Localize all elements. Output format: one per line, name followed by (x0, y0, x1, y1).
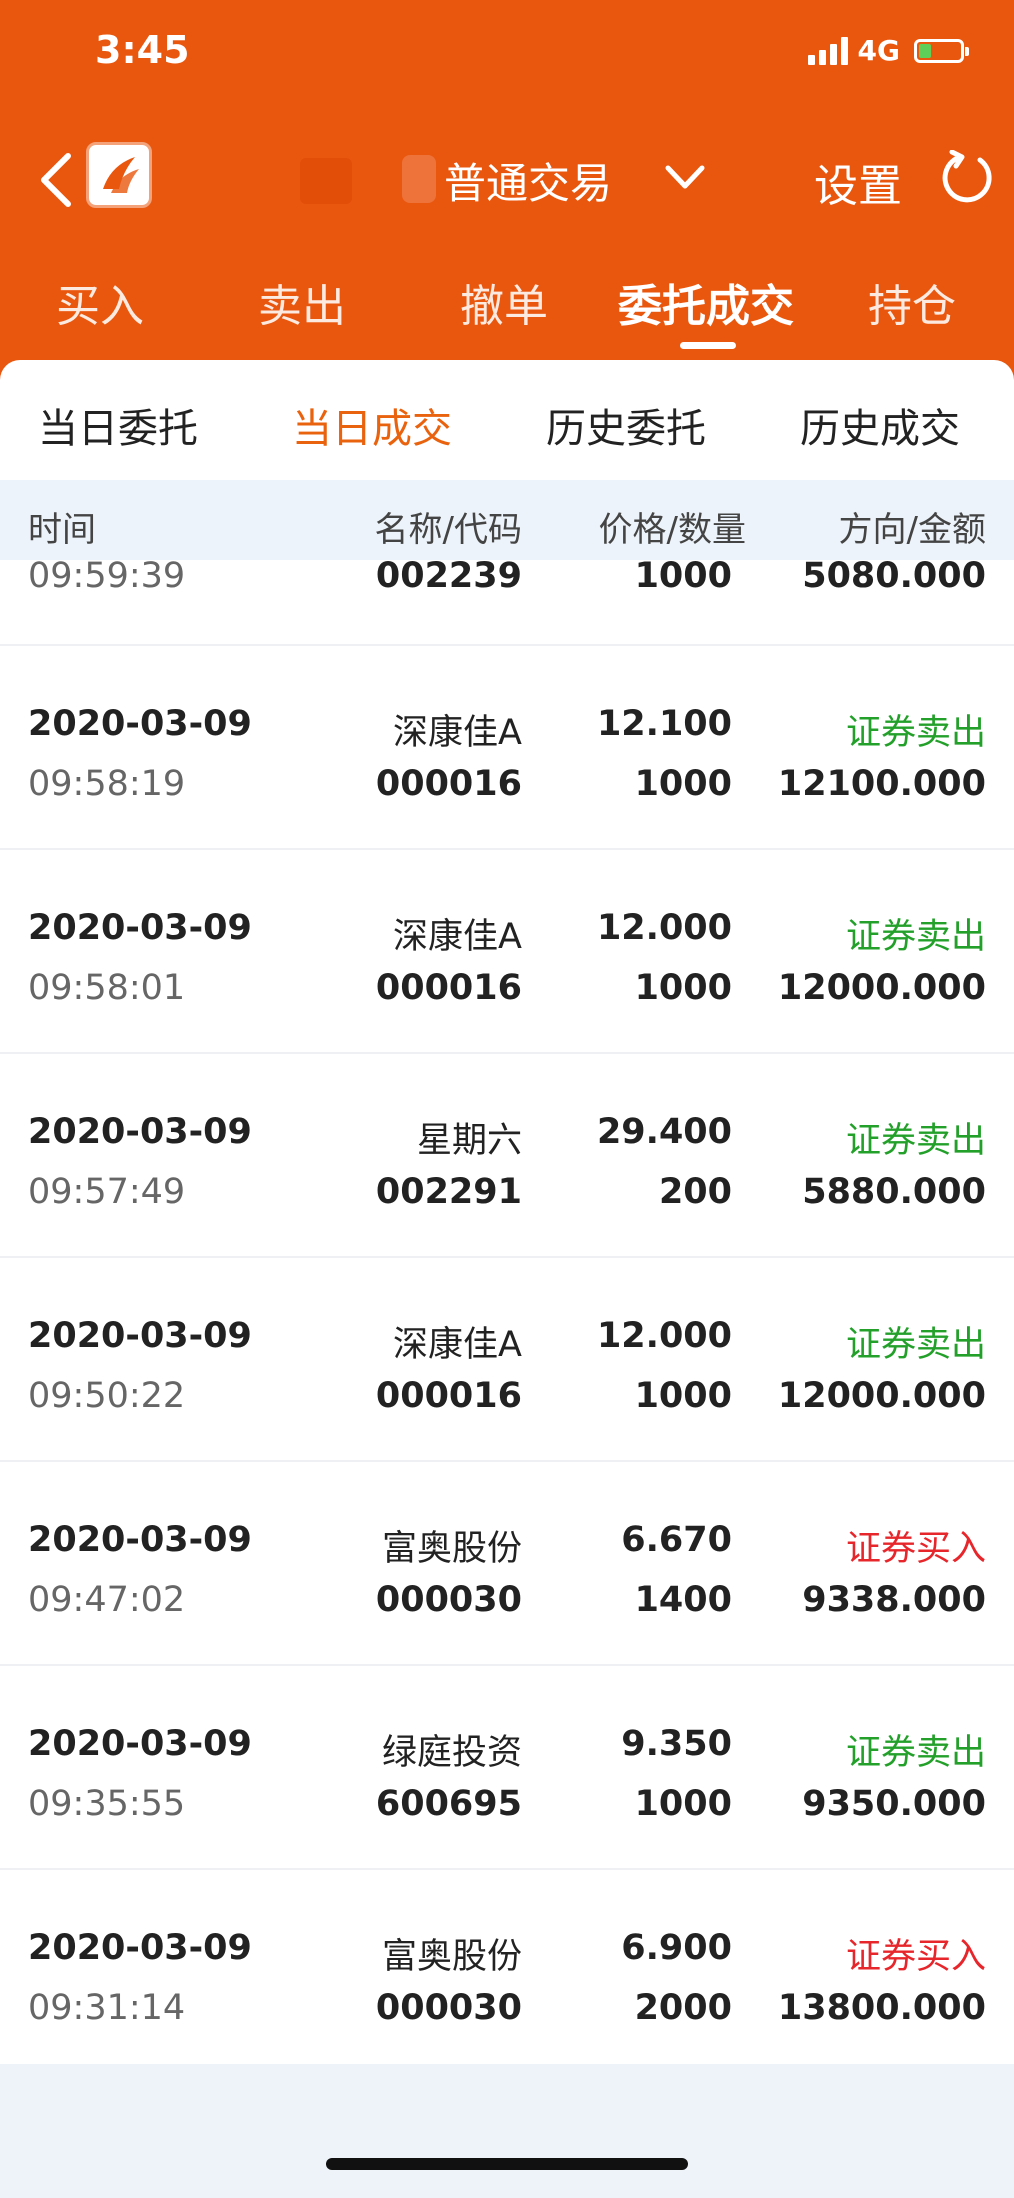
main-tabs: 买入 卖出 撤单 委托成交 持仓 (0, 270, 1014, 360)
chevron-down-icon[interactable] (662, 160, 708, 196)
content-panel: 当日委托 当日成交 历史委托 历史成交 时间 名称/代码 价格/数量 方向/金额… (0, 360, 1014, 2064)
settings-button[interactable]: 设置 (814, 150, 902, 214)
col-time: 时间 (28, 510, 96, 550)
table-row[interactable]: 2020-03-09 09:58:19 深康佳A 000016 12.100 1… (0, 646, 1014, 850)
sub-tabs: 当日委托 当日成交 历史委托 历史成交 (0, 360, 1014, 480)
battery-icon (914, 38, 969, 63)
tab-buy[interactable]: 买入 (56, 270, 144, 334)
table-row[interactable]: 2020-03-09 09:58:01 深康佳A 000016 12.000 1… (0, 850, 1014, 1054)
table-row[interactable]: 09:59:39 002239 1000 5080.000 (0, 556, 1014, 646)
refresh-icon[interactable] (938, 150, 994, 206)
status-bar: 3:45 4G (0, 0, 1014, 110)
back-arrow-icon[interactable] (30, 150, 80, 210)
direction-label: 证券卖出 (845, 1325, 986, 1365)
signal-icon (807, 36, 848, 65)
status-indicators: 4G (807, 34, 969, 67)
logo-icon (103, 157, 139, 193)
direction-label: 证券买入 (845, 1937, 986, 1977)
direction-label: 证券卖出 (845, 1121, 986, 1161)
page-title[interactable]: 普通交易 (444, 150, 612, 211)
direction-label: 证券买入 (845, 1529, 986, 1569)
col-dir-amount: 方向/金额 (838, 510, 986, 550)
table-row[interactable]: 2020-03-09 09:35:55 绿庭投资 600695 9.350 10… (0, 1666, 1014, 1870)
subtab-today-orders[interactable]: 当日委托 (38, 396, 198, 454)
direction-label: 证券卖出 (845, 713, 986, 753)
tab-positions[interactable]: 持仓 (868, 270, 956, 334)
table-row[interactable]: 2020-03-09 09:31:14 富奥股份 000030 6.900 20… (0, 1870, 1014, 2072)
app-logo (86, 142, 152, 208)
network-label: 4G (857, 34, 900, 67)
tab-cancel[interactable]: 撤单 (460, 270, 548, 334)
subtab-today-trades[interactable]: 当日成交 (292, 396, 452, 454)
table-row[interactable]: 2020-03-09 09:47:02 富奥股份 000030 6.670 14… (0, 1462, 1014, 1666)
account-mask-2 (402, 155, 436, 203)
status-time: 3:45 (95, 28, 190, 72)
account-mask-1 (300, 158, 352, 204)
table-header: 时间 名称/代码 价格/数量 方向/金额 (0, 480, 1014, 560)
table-row[interactable]: 2020-03-09 09:50:22 深康佳A 000016 12.000 1… (0, 1258, 1014, 1462)
col-price-qty: 价格/数量 (598, 510, 746, 550)
table-row[interactable]: 2020-03-09 09:57:49 星期六 002291 29.400 20… (0, 1054, 1014, 1258)
subtab-history-trades[interactable]: 历史成交 (800, 396, 960, 454)
col-name-code: 名称/代码 (374, 510, 522, 550)
subtab-history-orders[interactable]: 历史委托 (546, 396, 706, 454)
direction-label: 证券卖出 (845, 1733, 986, 1773)
tab-orders[interactable]: 委托成交 (618, 270, 794, 334)
home-indicator[interactable] (326, 2158, 688, 2170)
tab-sell[interactable]: 卖出 (258, 270, 346, 334)
tab-active-indicator (680, 342, 736, 349)
direction-label: 证券卖出 (845, 917, 986, 957)
